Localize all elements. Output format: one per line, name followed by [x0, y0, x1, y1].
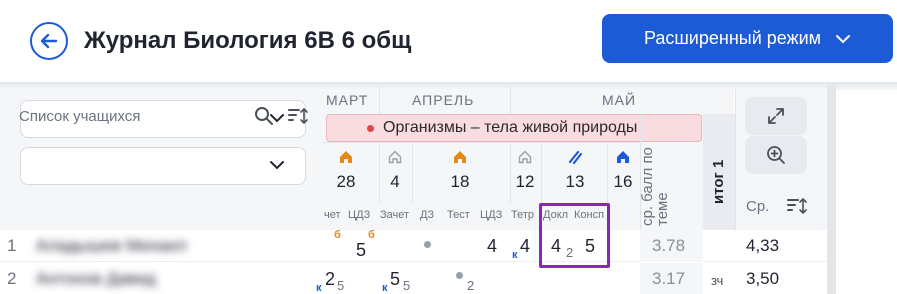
col-label: ЦДЗ: [480, 209, 503, 221]
selection-highlight: [539, 203, 610, 268]
day-4[interactable]: 4: [375, 172, 415, 192]
back-button[interactable]: [30, 22, 68, 60]
expand-icon: [768, 108, 784, 124]
topic-dot: [367, 125, 374, 132]
itog-mark[interactable]: зч: [711, 273, 723, 288]
col-label: ЦДЗ: [348, 209, 371, 221]
topic-average: 3.17: [652, 269, 686, 288]
col-label: Тетр: [511, 209, 535, 221]
mark[interactable]: 4: [520, 236, 530, 257]
mark-type-badge: к: [512, 249, 518, 261]
col-label: ДЗ: [420, 209, 435, 221]
advanced-mode-button[interactable]: Расширенный режим: [602, 14, 893, 63]
home-grey-icon: [518, 150, 532, 164]
home-blue-icon: [617, 151, 629, 163]
mark-badge: б: [368, 229, 375, 241]
page-header: Журнал Биология 6В 6 общ Расширенный реж…: [0, 0, 897, 84]
day-13[interactable]: 13: [555, 172, 595, 192]
topic-banner[interactable]: Организмы – тела живой природы: [326, 114, 702, 142]
student-name[interactable]: Антонов Давид: [36, 269, 156, 289]
home-grey-icon: [388, 150, 402, 164]
average-label: Ср.: [746, 198, 770, 215]
period-select[interactable]: [20, 147, 306, 185]
search-icon[interactable]: [254, 106, 274, 126]
mark[interactable]: 2: [325, 269, 335, 290]
expand-button[interactable]: [745, 97, 807, 135]
advanced-mode-label: Расширенный режим: [643, 28, 822, 48]
month-may: МАЙ: [602, 92, 637, 108]
topic-label: Организмы – тела живой природы: [383, 119, 638, 136]
vertical-scrollbar[interactable]: [827, 84, 836, 294]
zoom-in-icon: [767, 146, 785, 164]
row-number: 1: [7, 236, 17, 255]
mark-type-badge: к: [316, 282, 322, 294]
mark-type-badge: к: [382, 282, 388, 294]
divider: [379, 86, 380, 114]
col-label: чет: [324, 209, 341, 221]
mark-weight: 2: [467, 278, 475, 293]
month-april: АПРЕЛЬ: [412, 92, 475, 108]
itog-header[interactable]: итог 1: [710, 160, 727, 204]
student-average: 3,50: [746, 269, 780, 288]
chevron-down-icon: [836, 34, 851, 43]
student-name[interactable]: Аладышев Михаил: [36, 236, 187, 256]
divider: [322, 142, 640, 143]
mark-weight: 5: [403, 278, 411, 293]
slash-blue-icon: [568, 150, 582, 164]
empty-mark-dot[interactable]: [456, 272, 463, 279]
home-orange-icon: [454, 151, 466, 163]
row-number: 2: [7, 269, 17, 288]
col-label: Зачет: [380, 209, 410, 221]
zoom-button[interactable]: [745, 136, 807, 174]
mark[interactable]: 5: [390, 269, 400, 290]
home-orange-icon: [340, 151, 352, 163]
sort-icon[interactable]: [287, 106, 309, 126]
mark[interactable]: 4: [487, 236, 497, 257]
avg-by-topic-header: ср. балл по теме: [639, 147, 671, 226]
mark-weight: 5: [337, 278, 345, 293]
sort-icon[interactable]: [786, 196, 808, 216]
mark[interactable]: 5: [356, 240, 366, 261]
arrow-left-icon: [40, 33, 58, 49]
day-16[interactable]: 16: [603, 172, 643, 192]
day-28[interactable]: 28: [326, 172, 366, 192]
mark-badge: б: [334, 229, 341, 241]
col-label: Тест: [447, 209, 470, 221]
student-average: 4,33: [746, 236, 780, 255]
empty-mark-dot[interactable]: [424, 241, 431, 248]
month-march: МАРТ: [326, 92, 369, 108]
day-12[interactable]: 12: [505, 172, 545, 192]
topic-average: 3.78: [652, 236, 686, 255]
page-title: Журнал Биология 6В 6 общ: [84, 27, 412, 54]
students-list-label: Список учащихся: [19, 108, 141, 125]
header-divider: [0, 82, 897, 90]
divider: [510, 86, 511, 114]
day-18[interactable]: 18: [440, 172, 480, 192]
chevron-down-icon: [270, 161, 284, 170]
